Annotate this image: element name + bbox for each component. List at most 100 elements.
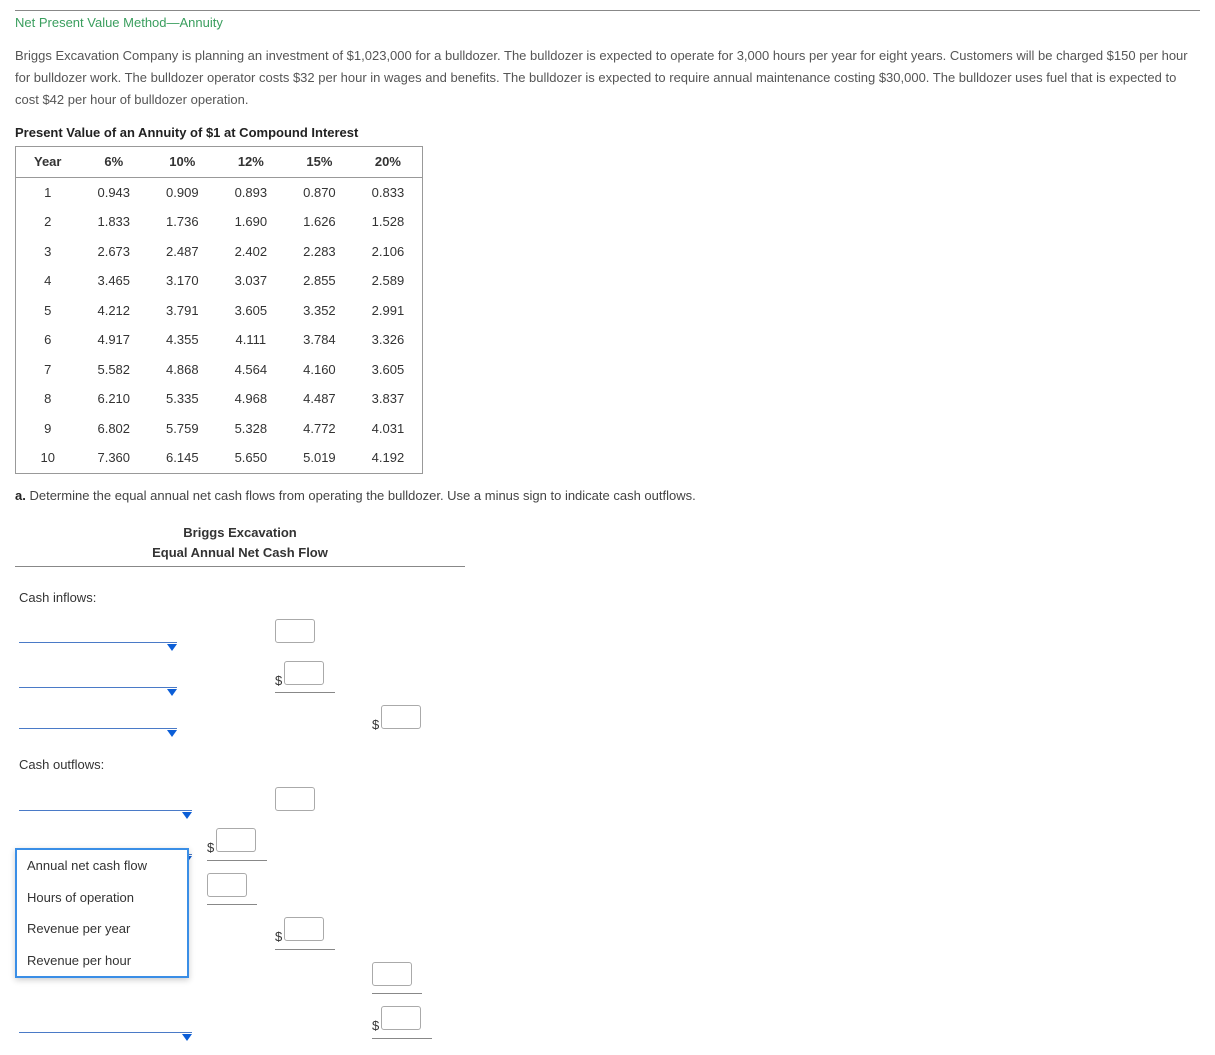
table-cell: 3.326 [354, 325, 423, 355]
table-cell: 4.212 [79, 296, 148, 326]
table-header: 6% [79, 147, 148, 178]
table-cell: 0.943 [79, 177, 148, 207]
table-cell: 1 [16, 177, 80, 207]
final-input[interactable] [381, 1006, 421, 1030]
chevron-down-icon [167, 730, 177, 737]
table-cell: 3.352 [285, 296, 354, 326]
table-cell: 3.170 [148, 266, 217, 296]
part-a-text: Determine the equal annual net cash flow… [29, 488, 695, 503]
inflow-dropdown-1[interactable] [19, 642, 177, 643]
table-cell: 5.582 [79, 355, 148, 385]
dropdown-option[interactable]: Revenue per hour [17, 945, 187, 977]
table-cell: 4.564 [217, 355, 286, 385]
inflow-dropdown-2[interactable] [19, 687, 177, 688]
inflow-input-1[interactable] [275, 619, 315, 643]
outflow-input-1[interactable] [275, 787, 315, 811]
dropdown-menu[interactable]: Annual net cash flowHours of operationRe… [15, 848, 189, 978]
table-cell: 0.909 [148, 177, 217, 207]
table-cell: 3.465 [79, 266, 148, 296]
table-cell: 2.106 [354, 237, 423, 267]
chevron-down-icon [167, 689, 177, 696]
outflow-input-2[interactable] [216, 828, 256, 852]
table-cell: 6.802 [79, 414, 148, 444]
table-cell: 2.283 [285, 237, 354, 267]
cashflow-table: Cash inflows: $ $ Cash outflows: [15, 573, 465, 1045]
cashflow-subtitle: Equal Annual Net Cash Flow [15, 543, 465, 568]
inflow-input-3[interactable] [381, 705, 421, 729]
cash-inflows-label: Cash inflows: [15, 573, 465, 613]
dropdown-option[interactable]: Annual net cash flow [17, 850, 187, 882]
table-cell: 4.968 [217, 384, 286, 414]
dropdown-option[interactable]: Hours of operation [17, 882, 187, 914]
inflow-input-2[interactable] [284, 661, 324, 685]
outflow-input-3[interactable] [207, 873, 247, 897]
table-cell: 0.833 [354, 177, 423, 207]
table-header: 15% [285, 147, 354, 178]
table-cell: 3.837 [354, 384, 423, 414]
page-title: Net Present Value Method—Annuity [15, 10, 1200, 37]
annuity-table: Year6%10%12%15%20% 10.9430.9090.8930.870… [15, 146, 423, 474]
table-cell: 1.833 [79, 207, 148, 237]
part-a-label: a. [15, 488, 26, 503]
table-header: 20% [354, 147, 423, 178]
final-dropdown[interactable] [19, 1032, 192, 1033]
table-cell: 4.111 [217, 325, 286, 355]
dropdown-option[interactable]: Revenue per year [17, 913, 187, 945]
chevron-down-icon [167, 644, 177, 651]
table-cell: 0.893 [217, 177, 286, 207]
table-cell: 2.402 [217, 237, 286, 267]
table-cell: 4.031 [354, 414, 423, 444]
table-cell: 5.650 [217, 443, 286, 473]
table-cell: 3 [16, 237, 80, 267]
table-cell: 4.487 [285, 384, 354, 414]
part-a-instruction: a. Determine the equal annual net cash f… [15, 486, 1200, 506]
table-cell: 5 [16, 296, 80, 326]
problem-statement: Briggs Excavation Company is planning an… [15, 45, 1200, 111]
table-cell: 0.870 [285, 177, 354, 207]
table-cell: 6.145 [148, 443, 217, 473]
table-header: Year [16, 147, 80, 178]
table-cell: 4.772 [285, 414, 354, 444]
table-header: 12% [217, 147, 286, 178]
table-cell: 10 [16, 443, 80, 473]
table-cell: 4.192 [354, 443, 423, 473]
table-cell: 3.791 [148, 296, 217, 326]
table-cell: 2.991 [354, 296, 423, 326]
annuity-table-title: Present Value of an Annuity of $1 at Com… [15, 123, 1200, 143]
table-cell: 1.528 [354, 207, 423, 237]
chevron-down-icon [182, 1034, 192, 1041]
table-cell: 4.868 [148, 355, 217, 385]
table-cell: 8 [16, 384, 80, 414]
table-cell: 4 [16, 266, 80, 296]
table-cell: 7 [16, 355, 80, 385]
table-cell: 1.626 [285, 207, 354, 237]
table-cell: 9 [16, 414, 80, 444]
outflow-input-4[interactable] [284, 917, 324, 941]
table-cell: 4.917 [79, 325, 148, 355]
table-cell: 2 [16, 207, 80, 237]
table-cell: 3.605 [217, 296, 286, 326]
table-cell: 3.037 [217, 266, 286, 296]
table-cell: 3.605 [354, 355, 423, 385]
table-cell: 3.784 [285, 325, 354, 355]
table-cell: 4.355 [148, 325, 217, 355]
table-cell: 1.736 [148, 207, 217, 237]
table-cell: 4.160 [285, 355, 354, 385]
table-cell: 5.019 [285, 443, 354, 473]
table-cell: 2.487 [148, 237, 217, 267]
chevron-down-icon [182, 812, 192, 819]
cash-outflows-label: Cash outflows: [15, 741, 465, 781]
table-cell: 2.673 [79, 237, 148, 267]
cashflow-company: Briggs Excavation [15, 523, 465, 543]
outflow-input-5[interactable] [372, 962, 412, 986]
table-cell: 5.759 [148, 414, 217, 444]
table-cell: 2.589 [354, 266, 423, 296]
table-cell: 6 [16, 325, 80, 355]
table-cell: 1.690 [217, 207, 286, 237]
table-header: 10% [148, 147, 217, 178]
table-cell: 6.210 [79, 384, 148, 414]
table-cell: 5.328 [217, 414, 286, 444]
table-cell: 2.855 [285, 266, 354, 296]
outflow-dropdown-1[interactable] [19, 810, 192, 811]
inflow-dropdown-3[interactable] [19, 728, 177, 729]
